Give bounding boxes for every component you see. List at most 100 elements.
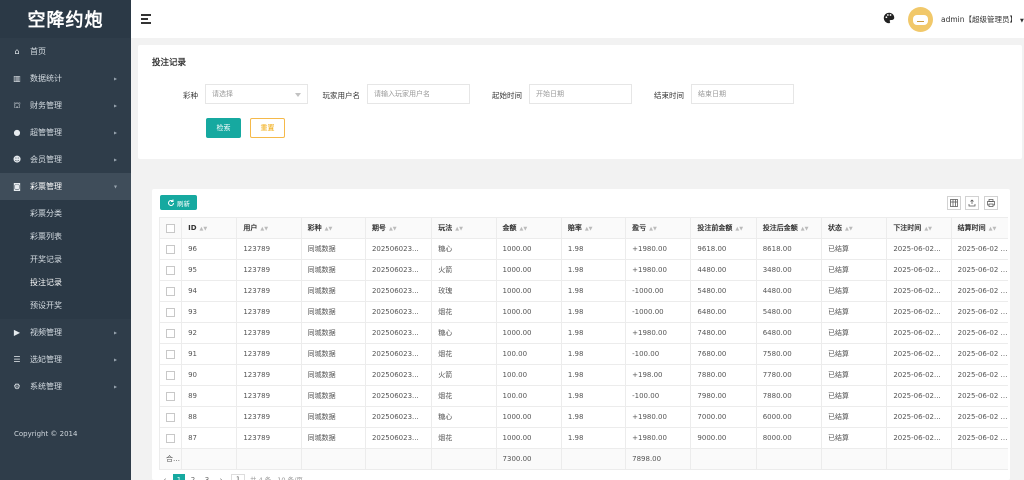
column-header[interactable]: 金额 ▲▼ — [495, 217, 562, 239]
menu-toggle-icon[interactable] — [141, 14, 151, 24]
table-row[interactable]: 96 123789 同城数据 202506023... 糖心 1000.00 1.98 +19… — [159, 238, 1008, 260]
row-checkbox[interactable] — [166, 307, 175, 317]
table-row[interactable]: 87 123789 同城数据 202506023... 烟花 1000.00 1.98 +19… — [159, 427, 1008, 449]
row-checkbox[interactable] — [166, 286, 175, 296]
table-row[interactable]: 92 123789 同城数据 202506023... 糖心 1000.00 1.98 +19… — [159, 322, 1008, 344]
sidebar-subitem-0[interactable]: 彩票分类 — [0, 202, 131, 225]
table-row[interactable]: 90 123789 同城数据 202506023... 火箭 100.00 1.98 +198… — [159, 364, 1008, 386]
sort-icon[interactable]: ▲▼ — [200, 226, 208, 232]
total-empty-cell — [755, 448, 823, 470]
sidebar-item-7[interactable]: ☰ 选妃管理 ▸ — [0, 346, 131, 373]
sidebar-subitem-1[interactable]: 彩票列表 — [0, 225, 131, 248]
page-2-button[interactable]: 2 — [187, 474, 199, 480]
cell-user: 123789 — [236, 301, 302, 323]
print-button[interactable] — [984, 196, 998, 210]
column-header[interactable]: 赔率 ▲▼ — [560, 217, 627, 239]
column-header[interactable]: 玩法 ▲▼ — [431, 217, 497, 239]
sidebar-item-4[interactable]: ☻ 会员管理 ▸ — [0, 146, 131, 173]
sidebar-item-label: 数据统计 — [30, 74, 62, 83]
cell-status: 已结算 — [821, 301, 888, 323]
table-row[interactable]: 95 123789 同城数据 202506023... 火箭 1000.00 1.98 +19… — [159, 259, 1008, 281]
sidebar-item-3[interactable]: ● 超管管理 ▸ — [0, 119, 131, 146]
columns-filter-button[interactable] — [947, 196, 961, 210]
table-row[interactable]: 93 123789 同城数据 202506023... 烟花 1000.00 1.98 -10… — [159, 301, 1008, 323]
reset-button[interactable]: 重置 — [250, 118, 285, 138]
theme-palette-icon[interactable] — [883, 12, 895, 24]
per-page-select[interactable]: 10 条/页 — [277, 474, 303, 480]
lottery-select[interactable]: 请选择 — [205, 84, 308, 104]
next-page-icon[interactable]: › — [215, 474, 227, 480]
sort-icon[interactable]: ▲▼ — [520, 226, 528, 232]
column-header[interactable]: 投注后金额 ▲▼ — [755, 217, 823, 239]
sort-icon[interactable]: ▲▼ — [260, 226, 268, 232]
column-header[interactable]: 结算时间 ▲▼ — [950, 217, 1008, 239]
cell-before: 7880.00 — [690, 364, 757, 386]
column-header[interactable]: 状态 ▲▼ — [821, 217, 888, 239]
sidebar-item-label: 首页 — [30, 47, 46, 56]
sort-icon[interactable]: ▲▼ — [585, 226, 593, 232]
cell-bet-time: 2025-06-02... — [886, 322, 952, 344]
export-button[interactable] — [965, 196, 979, 210]
sort-icon[interactable]: ▲▼ — [801, 226, 809, 232]
cell-status: 已结算 — [821, 259, 888, 281]
sidebar-item-0[interactable]: ⌂ 首页 — [0, 38, 131, 65]
page-1-button[interactable]: 1 — [173, 474, 185, 480]
row-checkbox[interactable] — [166, 244, 175, 254]
sidebar-item-8[interactable]: ⚙ 系统管理 ▸ — [0, 373, 131, 400]
refresh-button[interactable]: 刷新 — [160, 195, 197, 210]
prev-page-icon[interactable]: ‹ — [159, 474, 171, 480]
sort-icon[interactable]: ▲▼ — [649, 226, 657, 232]
page-3-button[interactable]: 3 — [201, 474, 213, 480]
cell-profit: -100.00 — [625, 385, 692, 407]
column-header[interactable]: 期号 ▲▼ — [364, 217, 433, 239]
row-checkbox[interactable] — [166, 328, 175, 338]
column-header[interactable]: ID ▲▼ — [181, 217, 238, 239]
column-header[interactable]: 盈亏 ▲▼ — [625, 217, 692, 239]
start-date-input[interactable]: 开始日期 — [529, 84, 632, 104]
sidebar-item-5[interactable]: ◙ 彩票管理 ▾ — [0, 173, 131, 200]
row-checkbox[interactable] — [166, 433, 175, 443]
cell-amount: 1000.00 — [495, 301, 562, 323]
search-panel: 投注记录 彩种 请选择 玩家用户名 请输入玩家用户名 起始时间 开始日期 结束时… — [138, 45, 1022, 159]
user-menu[interactable]: admin【超级管理员】 ▼ — [941, 14, 1024, 25]
column-header[interactable]: 投注前金额 ▲▼ — [690, 217, 757, 239]
sidebar-item-2[interactable]: ⛫ 财务管理 ▸ — [0, 92, 131, 119]
table-row[interactable]: 91 123789 同城数据 202506023... 烟花 100.00 1.98 -100… — [159, 343, 1008, 365]
app-logo[interactable]: 空降约炮 — [0, 0, 131, 38]
sort-icon[interactable]: ▲▼ — [924, 226, 932, 232]
sort-icon[interactable]: ▲▼ — [455, 226, 463, 232]
cell-odds: 1.98 — [560, 406, 627, 428]
sort-icon[interactable]: ▲▼ — [989, 226, 997, 232]
row-checkbox[interactable] — [166, 265, 175, 275]
goto-page-input[interactable]: 1 — [231, 474, 245, 480]
sidebar-item-6[interactable]: ▶ 视频管理 ▸ — [0, 319, 131, 346]
cell-settle-time: 2025-06-02 12:0 — [950, 280, 1008, 302]
cell-before: 4480.00 — [690, 259, 757, 281]
search-button[interactable]: 检索 — [206, 118, 241, 138]
sort-icon[interactable]: ▲▼ — [735, 226, 743, 232]
avatar[interactable] — [908, 7, 933, 32]
sort-icon[interactable]: ▲▼ — [325, 226, 333, 232]
sidebar-subitem-3[interactable]: 投注记录 — [0, 271, 131, 294]
column-header[interactable]: 彩种 ▲▼ — [300, 217, 366, 239]
sort-icon[interactable]: ▲▼ — [845, 226, 853, 232]
end-date-input[interactable]: 结束日期 — [691, 84, 794, 104]
sort-icon[interactable]: ▲▼ — [389, 226, 397, 232]
sidebar-subitem-2[interactable]: 开奖记录 — [0, 248, 131, 271]
player-username-input[interactable]: 请输入玩家用户名 — [367, 84, 470, 104]
select-all-checkbox[interactable] — [166, 223, 175, 233]
sidebar-item-1[interactable]: ▥ 数据统计 ▸ — [0, 65, 131, 92]
cell-id: 96 — [181, 238, 238, 260]
row-checkbox[interactable] — [166, 370, 175, 380]
cell-lottery: 同城数据 — [300, 280, 366, 302]
row-checkbox[interactable] — [166, 391, 175, 401]
cell-profit: -1000.00 — [625, 301, 692, 323]
row-checkbox[interactable] — [166, 349, 175, 359]
table-row[interactable]: 94 123789 同城数据 202506023... 玫瑰 1000.00 1.98 -10… — [159, 280, 1008, 302]
row-checkbox[interactable] — [166, 412, 175, 422]
table-row[interactable]: 89 123789 同城数据 202506023... 烟花 100.00 1.98 -100… — [159, 385, 1008, 407]
column-header[interactable]: 用户 ▲▼ — [236, 217, 302, 239]
table-row[interactable]: 88 123789 同城数据 202506023... 糖心 1000.00 1.98 +19… — [159, 406, 1008, 428]
column-header[interactable]: 下注时间 ▲▼ — [886, 217, 952, 239]
sidebar-subitem-4[interactable]: 预设开奖 — [0, 294, 131, 317]
